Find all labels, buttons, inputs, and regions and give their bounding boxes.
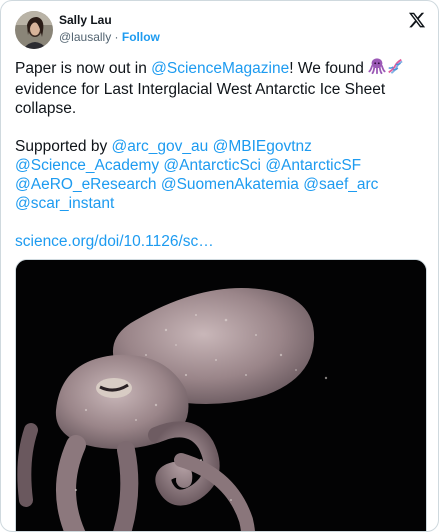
- mention-link[interactable]: @AeRO_eResearch: [15, 176, 157, 193]
- tweet-text: Paper is now out in @ScienceMagazine! We…: [15, 57, 427, 251]
- mention-link[interactable]: @scar_instant: [15, 195, 114, 212]
- mention-link[interactable]: @Science_Academy: [15, 157, 159, 174]
- mention-link[interactable]: @ScienceMagazine: [151, 60, 289, 77]
- tweet-paragraph-2: Supported by @arc_gov_au @MBIEgovtnz @Sc…: [15, 137, 427, 213]
- mention-link[interactable]: @arc_gov_au: [112, 138, 209, 155]
- tweet-photo[interactable]: [15, 259, 427, 531]
- text-segment: Paper is now out in: [15, 60, 152, 77]
- author-handle[interactable]: @lausally: [59, 30, 111, 44]
- avatar[interactable]: [15, 11, 53, 49]
- separator-dot: ·: [114, 30, 119, 44]
- follow-button[interactable]: Follow: [122, 30, 160, 44]
- octopus-photo: [16, 260, 426, 531]
- tweet-paragraph-1: Paper is now out in @ScienceMagazine! We…: [15, 57, 427, 118]
- mention-link[interactable]: @AntarcticSF: [265, 157, 361, 174]
- octopus-emoji: [368, 57, 386, 80]
- x-logo-icon[interactable]: [408, 11, 426, 29]
- mention-link[interactable]: @SuomenAkatemia: [161, 176, 299, 193]
- dna-emoji: [386, 57, 404, 80]
- tweet-paragraph-3: science.org/doi/10.1126/sc…: [15, 232, 427, 251]
- mention-link[interactable]: @MBIEgovtnz: [213, 138, 312, 155]
- tweet-header: Sally Lau @lausally · Follow: [15, 9, 426, 49]
- text-segment: ! We found: [289, 60, 369, 77]
- article-link[interactable]: science.org/doi/10.1126/sc…: [15, 233, 214, 250]
- author-handle-line: @lausally · Follow: [59, 30, 160, 44]
- text-segment: Supported by: [15, 138, 112, 155]
- text-segment: evidence for Last Interglacial West Anta…: [15, 81, 386, 117]
- tweet-card: Sally Lau @lausally · Follow Paper is no…: [0, 0, 439, 532]
- mention-link[interactable]: @saef_arc: [303, 176, 378, 193]
- mention-link[interactable]: @AntarcticSci: [163, 157, 261, 174]
- author-name[interactable]: Sally Lau: [59, 13, 112, 27]
